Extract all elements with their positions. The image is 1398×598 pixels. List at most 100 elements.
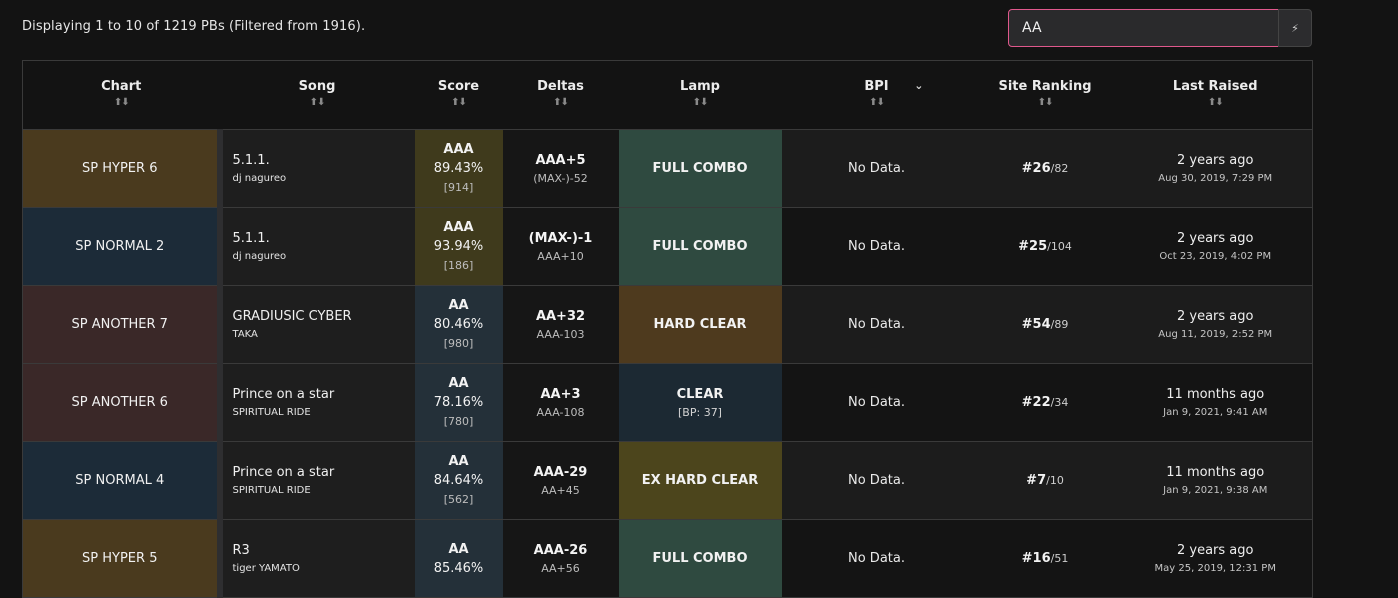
chevron-down-icon[interactable]: ⌄ [914, 79, 923, 92]
last-raised-cell: 2 years ago Aug 11, 2019, 2:52 PM [1118, 285, 1313, 364]
score-grade: AA [448, 376, 469, 391]
last-raised-relative: 2 years ago [1177, 543, 1254, 558]
table-row[interactable]: SP NORMAL 2 5.1.1. dj nagureo AAA 93.94% [186… [22, 207, 1313, 286]
sort-icon[interactable]: ⬆⬇ [619, 97, 782, 108]
table-row[interactable]: SP ANOTHER 7 GRADIUSIC CYBER TAKA AA 80.46% [… [22, 285, 1313, 364]
chart-cell[interactable]: SP ANOTHER 7 [22, 285, 223, 364]
search-options-button[interactable]: ⚡ [1278, 9, 1312, 47]
chart-cell[interactable]: SP NORMAL 4 [22, 441, 223, 520]
song-cell[interactable]: GRADIUSIC CYBER TAKA [219, 285, 415, 364]
sort-icon[interactable]: ⬆⬇ [782, 97, 972, 108]
score-cell: AA 85.46% [414, 519, 503, 598]
search-input[interactable] [1008, 9, 1279, 47]
score-cell: AAA 93.94% [186] [414, 207, 503, 286]
lamp-cell: FULL COMBO [618, 207, 782, 286]
song-title[interactable]: 5.1.1. [233, 153, 415, 168]
song-cell[interactable]: R3 tiger YAMATO [219, 519, 415, 598]
rank-position: #26 [1021, 161, 1051, 176]
last-raised-cell: 11 months ago Jan 9, 2021, 9:38 AM [1118, 441, 1313, 520]
rank-total: /89 [1050, 318, 1069, 331]
delta-sub: AA+56 [541, 561, 580, 575]
col-header-chart[interactable]: Chart ⬆⬇ [22, 60, 220, 130]
lamp-cell: CLEAR [BP: 37] [618, 363, 782, 442]
bpi-cell: No Data. [781, 285, 972, 364]
table-row[interactable]: SP ANOTHER 6 Prince on a star SPIRITUAL RI… [22, 363, 1313, 442]
delta-main: AAA-29 [533, 464, 588, 480]
last-raised-relative: 11 months ago [1166, 387, 1265, 402]
song-artist: dj nagureo [232, 251, 287, 262]
lamp-label: EX HARD CLEAR [641, 473, 759, 488]
score-percent: 78.16% [433, 395, 484, 410]
sort-icon[interactable]: ⬆⬇ [415, 97, 503, 108]
sort-icon[interactable]: ⬆⬇ [503, 97, 619, 108]
sort-icon[interactable]: ⬆⬇ [972, 97, 1119, 108]
delta-sub: (MAX-)-52 [533, 171, 588, 185]
song-title[interactable]: Prince on a star [233, 387, 415, 402]
sort-icon[interactable]: ⬆⬇ [1119, 97, 1313, 108]
col-header-song[interactable]: Song ⬆⬇ [219, 60, 415, 130]
last-raised-date: Aug 11, 2019, 2:52 PM [1158, 329, 1273, 340]
bpi-cell: No Data. [781, 129, 972, 208]
song-cell[interactable]: Prince on a star SPIRITUAL RIDE [219, 363, 415, 442]
last-raised-relative: 11 months ago [1166, 465, 1265, 480]
chart-cell[interactable]: SP HYPER 6 [22, 129, 223, 208]
lamp-cell: FULL COMBO [618, 519, 782, 598]
rank-position: #54 [1021, 317, 1051, 332]
song-title[interactable]: 5.1.1. [233, 231, 415, 246]
col-header-deltas[interactable]: Deltas ⬆⬇ [502, 60, 619, 130]
score-grade: AAA [443, 220, 474, 235]
score-cell: AA 78.16% [780] [414, 363, 503, 442]
song-cell[interactable]: 5.1.1. dj nagureo [219, 207, 415, 286]
table-row[interactable]: SP NORMAL 4 Prince on a star SPIRITUAL RID… [22, 441, 1313, 520]
table-row[interactable]: SP HYPER 6 5.1.1. dj nagureo AAA 89.43% [914]… [22, 129, 1313, 208]
lamp-label: FULL COMBO [652, 551, 748, 566]
sort-icon[interactable]: ⬆⬇ [23, 97, 220, 108]
col-header-last-raised[interactable]: Last Raised ⬆⬇ [1118, 60, 1313, 130]
site-ranking-cell: #16/51 [971, 519, 1119, 598]
chart-cell[interactable]: SP HYPER 5 [22, 519, 223, 598]
col-header-lamp[interactable]: Lamp ⬆⬇ [618, 60, 782, 130]
song-artist: TAKA [232, 329, 258, 340]
chart-cell[interactable]: SP ANOTHER 6 [22, 363, 223, 442]
chart-cell[interactable]: SP NORMAL 2 [22, 207, 223, 286]
col-header-site-ranking[interactable]: Site Ranking ⬆⬇ [971, 60, 1119, 130]
delta-main: AA+3 [540, 386, 581, 402]
last-raised-date: Jan 9, 2021, 9:41 AM [1163, 407, 1268, 418]
delta-main: AAA-26 [533, 542, 588, 558]
site-ranking-cell: #22/34 [971, 363, 1119, 442]
score-percent: 80.46% [433, 317, 484, 332]
score-grade: AA [448, 541, 469, 557]
song-title[interactable]: Prince on a star [233, 465, 415, 480]
top-bar: Displaying 1 to 10 of 1219 PBs (Filtered… [0, 0, 1398, 60]
rank-position: #22 [1021, 395, 1051, 410]
deltas-cell: AA+32 AAA-103 [502, 285, 619, 364]
table-header-row: Chart ⬆⬇ Song ⬆⬇ Score ⬆⬇ Deltas ⬆⬇ Lamp ⬆⬇ B… [22, 60, 1313, 130]
col-header-bpi[interactable]: BPI ⌄ ⬆⬇ [781, 60, 972, 130]
last-raised-relative: 2 years ago [1177, 231, 1254, 246]
deltas-cell: AAA-26 AA+56 [502, 519, 619, 598]
score-grade: AAA [443, 142, 474, 157]
search-group: ⚡ [1008, 9, 1312, 47]
col-header-score[interactable]: Score ⬆⬇ [414, 60, 503, 130]
lamp-label: HARD CLEAR [653, 317, 747, 332]
delta-sub: AAA-108 [536, 405, 585, 419]
score-percent: 93.94% [433, 239, 484, 254]
last-raised-date: Jan 9, 2021, 9:38 AM [1163, 485, 1268, 496]
score-ex: [562] [443, 493, 474, 506]
delta-sub: AA+45 [541, 483, 580, 497]
song-cell[interactable]: Prince on a star SPIRITUAL RIDE [219, 441, 415, 520]
table-row[interactable]: SP HYPER 5 R3 tiger YAMATO AA 85.46% AAA-26 AA… [22, 519, 1313, 598]
song-title[interactable]: R3 [233, 543, 415, 558]
deltas-cell: AAA-29 AA+45 [502, 441, 619, 520]
bpi-cell: No Data. [781, 363, 972, 442]
song-title[interactable]: GRADIUSIC CYBER [233, 309, 415, 324]
sort-icon[interactable]: ⬆⬇ [220, 97, 415, 108]
song-artist: tiger YAMATO [232, 563, 300, 574]
last-raised-date: Oct 23, 2019, 4:02 PM [1159, 251, 1272, 262]
pb-table: Chart ⬆⬇ Song ⬆⬇ Score ⬆⬇ Deltas ⬆⬇ Lamp ⬆⬇ B… [22, 60, 1313, 598]
score-ex: [186] [443, 259, 474, 272]
site-ranking-cell: #7/10 [971, 441, 1119, 520]
song-cell[interactable]: 5.1.1. dj nagureo [219, 129, 415, 208]
last-raised-cell: 2 years ago Oct 23, 2019, 4:02 PM [1118, 207, 1313, 286]
bpi-cell: No Data. [781, 207, 972, 286]
